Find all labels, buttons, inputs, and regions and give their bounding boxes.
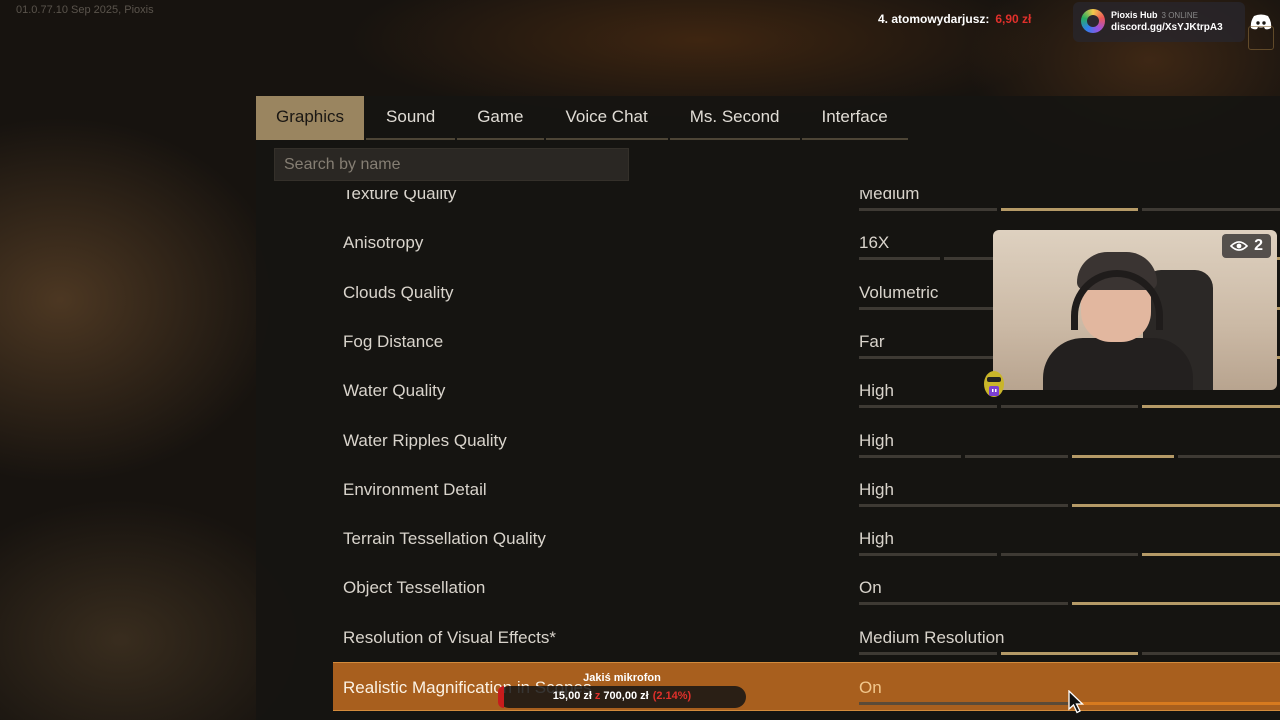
slider-segment[interactable] [859, 405, 997, 409]
setting-value: Volumetric [859, 282, 939, 302]
tab-game[interactable]: Game [457, 96, 544, 140]
setting-value: High [859, 479, 894, 499]
webcam-overlay: 2 [993, 230, 1277, 390]
donor-name: 4. atomowydarjusz: [878, 12, 990, 26]
slider-segment[interactable] [859, 702, 1068, 705]
goal-target: 700,00 zł [603, 690, 649, 702]
tab-ms-second[interactable]: Ms. Second [669, 96, 800, 140]
eye-icon [1230, 241, 1249, 251]
setting-value: On [859, 578, 882, 598]
slider-segment[interactable] [859, 257, 940, 261]
slider-segment[interactable] [1142, 553, 1280, 557]
setting-value: Far [859, 331, 885, 351]
discord-hub-widget: Pioxis Hub 3 ONLINE discord.gg/XsYJKtrpA3 [1073, 2, 1245, 42]
slider-segment[interactable] [1000, 208, 1139, 211]
setting-slider[interactable] [859, 454, 1280, 458]
goal-current: 15,00 zł [552, 690, 592, 702]
setting-name: Anisotropy [343, 233, 424, 253]
goal-progress-bar: 15,00 zł z 700,00 zł (2.14%) [498, 686, 746, 708]
slider-segment[interactable] [1071, 702, 1280, 705]
hub-name: Pioxis Hub [1111, 10, 1158, 20]
tab-graphics[interactable]: Graphics [256, 96, 365, 140]
slider-segment[interactable] [859, 553, 997, 557]
slider-segment[interactable] [859, 208, 997, 211]
tab-interface[interactable]: Interface [801, 96, 908, 140]
slider-segment[interactable] [965, 454, 1068, 458]
hub-avatar [1081, 9, 1105, 33]
setting-slider[interactable] [859, 208, 1280, 211]
slider-segment[interactable] [859, 454, 962, 458]
slider-segment[interactable] [1000, 553, 1139, 557]
slider-segment[interactable] [1071, 602, 1280, 606]
donation-goal-widget: 15,00 zł z 700,00 zł (2.14%) Jakiś mikrofon [498, 670, 746, 714]
mouse-cursor-icon [1068, 690, 1085, 714]
setting-slider[interactable] [859, 651, 1280, 655]
setting-name: Fog Distance [343, 331, 444, 351]
setting-name: Environment Detail [343, 479, 487, 499]
setting-name: Resolution of Visual Effects* [343, 627, 556, 647]
slider-segment[interactable] [1071, 454, 1174, 458]
slider-segment[interactable] [1071, 503, 1280, 507]
twitch-mascot-icon [984, 371, 1004, 397]
setting-name: Clouds Quality [343, 282, 454, 302]
game-crest-icon [1248, 26, 1274, 50]
slider-segment[interactable] [859, 355, 997, 359]
goal-title: Jakiś mikrofon [583, 672, 661, 684]
tab-voice-chat[interactable]: Voice Chat [545, 96, 668, 140]
slider-segment[interactable] [859, 306, 997, 310]
setting-value: On [859, 678, 882, 697]
settings-panel: Graphics Sound Game Voice Chat Ms. Secon… [256, 96, 1280, 720]
webcam-person-shirt [1043, 338, 1193, 390]
slider-segment[interactable] [1142, 208, 1280, 211]
slider-segment[interactable] [1000, 651, 1139, 655]
setting-value: High [859, 381, 894, 401]
setting-value: High [859, 529, 894, 549]
setting-slider[interactable] [859, 602, 1280, 606]
settings-tabs: Graphics Sound Game Voice Chat Ms. Secon… [256, 96, 910, 140]
slider-segment[interactable] [1177, 454, 1280, 458]
setting-name: Terrain Tessellation Quality [343, 529, 546, 549]
setting-value: Medium Resolution [859, 627, 1005, 647]
setting-name: Object Tessellation [343, 578, 486, 598]
setting-row[interactable]: Realistic Magnification in Scopes On [333, 662, 1280, 711]
slider-segment[interactable] [859, 651, 997, 655]
setting-name: Texture Quality [343, 190, 457, 203]
setting-name: Water Quality [343, 381, 446, 401]
setting-row[interactable]: Terrain Tessellation Quality High [333, 514, 1280, 563]
build-watermark: 01.0.77.10 Sep 2025, Pioxis [16, 4, 154, 16]
donor-amount: 6,90 zł [995, 12, 1032, 26]
setting-value: High [859, 430, 894, 450]
setting-name: Water Ripples Quality [343, 430, 507, 450]
setting-row[interactable]: Texture Quality Medium [333, 190, 1280, 218]
slider-segment[interactable] [1000, 405, 1139, 409]
slider-segment[interactable] [859, 602, 1068, 606]
setting-slider[interactable] [859, 405, 1280, 409]
top-donor-alert: 4. atomowydarjusz: 6,90 zł [878, 12, 1031, 26]
viewer-count-badge: 2 [1222, 234, 1271, 258]
hub-invite-link: discord.gg/XsYJKtrpA3 [1111, 22, 1223, 33]
hub-online-count: 3 ONLINE [1161, 11, 1198, 20]
slider-segment[interactable] [859, 503, 1068, 507]
setting-value: 16X [859, 233, 890, 253]
search-input[interactable] [274, 148, 629, 181]
slider-segment[interactable] [1142, 405, 1280, 409]
goal-separator: z [594, 690, 601, 702]
setting-value: Medium [859, 190, 920, 203]
setting-row[interactable]: Object Tessellation On [333, 563, 1280, 612]
slider-segment[interactable] [1142, 651, 1280, 655]
setting-row[interactable]: Environment Detail High [333, 465, 1280, 514]
setting-row[interactable]: Water Ripples Quality High [333, 416, 1280, 465]
setting-slider[interactable] [859, 503, 1280, 507]
setting-slider[interactable] [859, 553, 1280, 557]
setting-row[interactable]: Resolution of Visual Effects* Medium Reso… [333, 613, 1280, 662]
goal-percent: (2.14%) [652, 690, 692, 702]
tab-sound[interactable]: Sound [366, 96, 456, 140]
viewer-count: 2 [1254, 237, 1263, 254]
